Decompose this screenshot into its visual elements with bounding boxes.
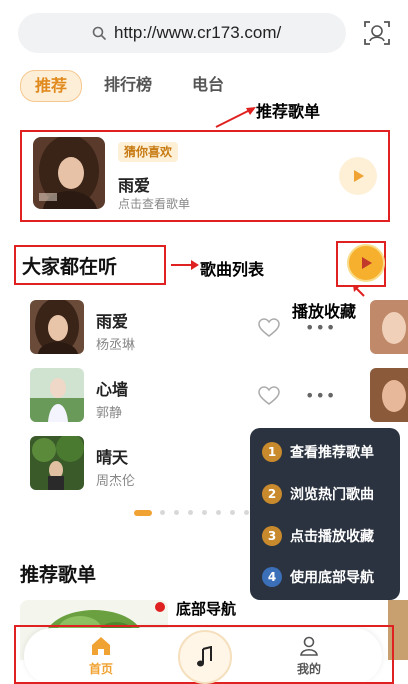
pager-dot[interactable] xyxy=(174,510,179,515)
song-title: 雨爱 xyxy=(96,312,129,331)
guess-you-like-badge: 猜你喜欢 xyxy=(118,142,179,162)
step-item: 3 点击播放收藏 xyxy=(262,526,374,546)
annotation-recommend-playlist: 推荐歌单 xyxy=(256,102,321,121)
song-cover-image xyxy=(30,300,84,354)
pager-dot[interactable] xyxy=(188,510,193,515)
music-note-icon xyxy=(197,646,212,667)
step-number: 4 xyxy=(262,567,282,587)
pager-dot[interactable] xyxy=(160,510,165,515)
step-text: 浏览热门歌曲 xyxy=(290,487,374,503)
card-subtitle[interactable]: 点击查看歌单 xyxy=(118,195,190,212)
step-item: 4 使用底部导航 xyxy=(262,567,374,587)
nav-mine[interactable]: 我的 xyxy=(294,636,324,677)
annotation-bottom-nav: 底部导航 xyxy=(176,600,237,618)
song-artist: 郭静 xyxy=(96,406,123,421)
card-play-button[interactable] xyxy=(339,157,377,195)
tab-radio[interactable]: 电台 xyxy=(192,70,224,100)
user-icon xyxy=(300,636,318,656)
thumb-image xyxy=(370,368,408,422)
song-artist: 杨丞琳 xyxy=(96,338,136,353)
nav-mine-label: 我的 xyxy=(296,662,321,676)
annotation-arrow xyxy=(171,260,199,270)
annotation-dot xyxy=(155,602,165,612)
section-title: 大家都在听 xyxy=(22,256,118,278)
next-card-thumb[interactable] xyxy=(370,368,408,422)
pager-dot-active[interactable] xyxy=(134,510,152,516)
pager-dot[interactable] xyxy=(244,510,249,515)
step-item: 2 浏览热门歌曲 xyxy=(262,484,374,504)
pager-dot[interactable] xyxy=(230,510,235,515)
card-title: 雨爱 xyxy=(118,176,151,195)
tab-ranking[interactable]: 排行榜 xyxy=(104,70,152,100)
step-number: 1 xyxy=(262,442,282,462)
nav-home[interactable]: 首页 xyxy=(86,636,116,677)
song-artist: 周杰伦 xyxy=(96,474,136,489)
more-icon[interactable]: ••• xyxy=(305,318,336,337)
song-cover[interactable] xyxy=(30,300,84,354)
heart-icon[interactable] xyxy=(258,318,280,338)
step-number: 3 xyxy=(262,526,282,546)
url-text: http://www.cr173.com/ xyxy=(114,23,282,42)
pager-dot[interactable] xyxy=(216,510,221,515)
play-icon xyxy=(362,257,372,269)
scan-icon[interactable] xyxy=(362,18,392,48)
album-cover[interactable] xyxy=(33,137,105,209)
recommend-section-title: 推荐歌单 xyxy=(20,564,97,586)
search-icon xyxy=(92,26,106,40)
song-cover[interactable] xyxy=(30,368,84,422)
play-all-button[interactable] xyxy=(347,244,385,282)
song-cover-image xyxy=(30,436,84,490)
play-icon xyxy=(354,170,364,182)
step-number: 2 xyxy=(262,484,282,504)
annotation-arrow xyxy=(215,107,256,128)
song-cover-image xyxy=(30,368,84,422)
step-item: 1 查看推荐歌单 xyxy=(262,442,374,462)
album-art-image xyxy=(33,137,105,209)
heart-icon[interactable] xyxy=(258,386,280,406)
song-cover[interactable] xyxy=(30,436,84,490)
song-title: 晴天 xyxy=(96,448,129,467)
annotation-song-list: 歌曲列表 xyxy=(200,260,265,279)
annotation-arrow xyxy=(353,285,365,297)
now-playing-disc[interactable] xyxy=(178,630,232,684)
search-bar[interactable]: http://www.cr173.com/ xyxy=(18,13,346,53)
step-text: 使用底部导航 xyxy=(290,570,374,586)
nav-home-label: 首页 xyxy=(88,662,113,676)
step-text: 查看推荐歌单 xyxy=(290,445,374,461)
tab-recommend[interactable]: 推荐 xyxy=(20,70,82,102)
step-text: 点击播放收藏 xyxy=(290,529,374,545)
song-title: 心墙 xyxy=(96,380,129,399)
more-icon[interactable]: ••• xyxy=(305,386,336,405)
thumb-image xyxy=(370,300,408,354)
pager-dot[interactable] xyxy=(202,510,207,515)
next-card-thumb[interactable] xyxy=(370,300,408,354)
home-icon xyxy=(92,637,110,655)
